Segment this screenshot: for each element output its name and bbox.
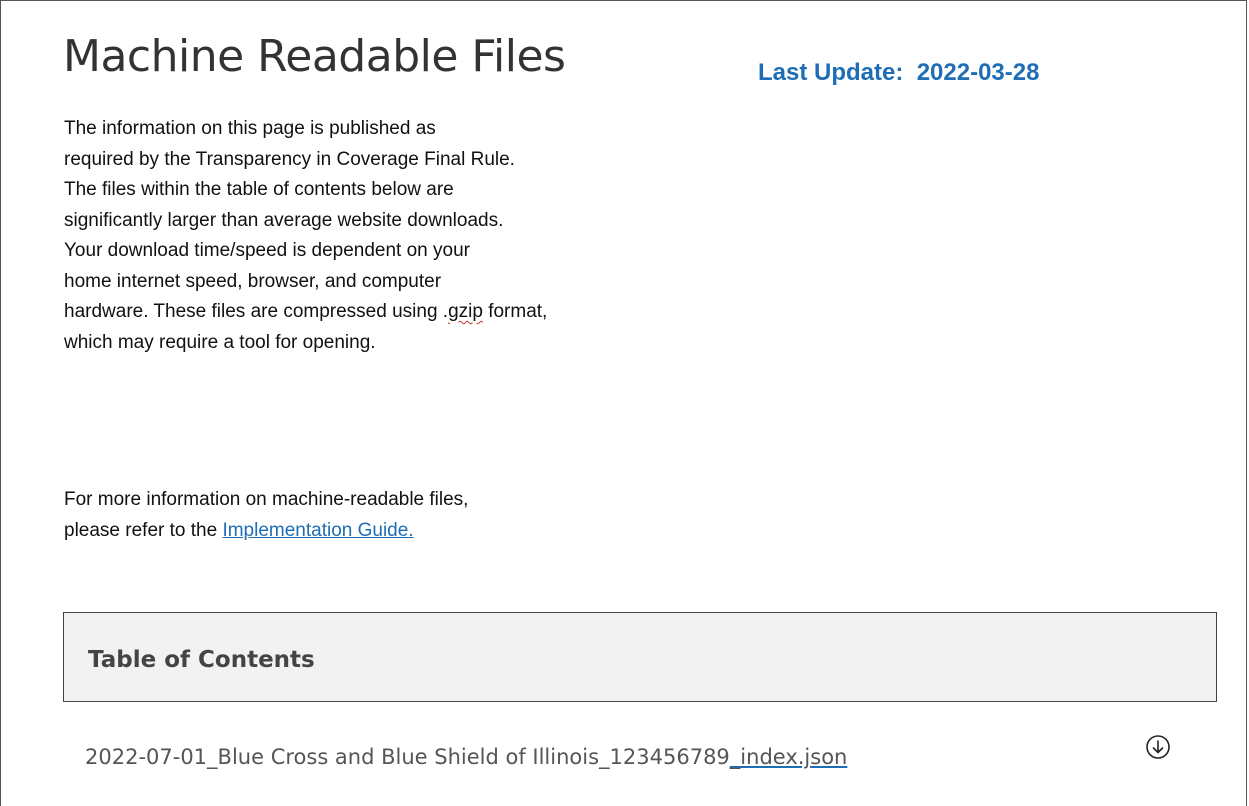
spellcheck-flagged-word: gzip [448, 301, 483, 322]
last-update: Last Update: 2022-03-28 [758, 59, 1039, 87]
page-frame: Machine Readable Files Last Update: 2022… [0, 0, 1247, 806]
table-of-contents-title: Table of Contents [88, 647, 315, 673]
more-info-paragraph: For more information on machine-readable… [64, 485, 704, 546]
file-download-link[interactable]: _index.json [730, 745, 848, 769]
page-title: Machine Readable Files [63, 31, 566, 82]
more-info-line1: For more information on machine-readable… [64, 489, 469, 510]
file-list-item: 2022-07-01_Blue Cross and Blue Shield of… [85, 735, 1195, 783]
file-name: 2022-07-01_Blue Cross and Blue Shield of… [85, 745, 847, 769]
download-circle-icon[interactable] [1144, 733, 1172, 761]
file-name-prefix: 2022-07-01_Blue Cross and Blue Shield of… [85, 745, 730, 769]
last-update-label: Last Update: [758, 59, 904, 86]
implementation-guide-link[interactable]: Implementation Guide. [222, 520, 413, 541]
more-info-line2-prefix: please refer to the [64, 519, 223, 541]
last-update-date: 2022-03-28 [916, 59, 1040, 86]
intro-text-before: The information on this page is publishe… [64, 118, 515, 322]
table-of-contents-header: Table of Contents [63, 612, 1217, 702]
intro-paragraph: The information on this page is publishe… [64, 114, 704, 358]
